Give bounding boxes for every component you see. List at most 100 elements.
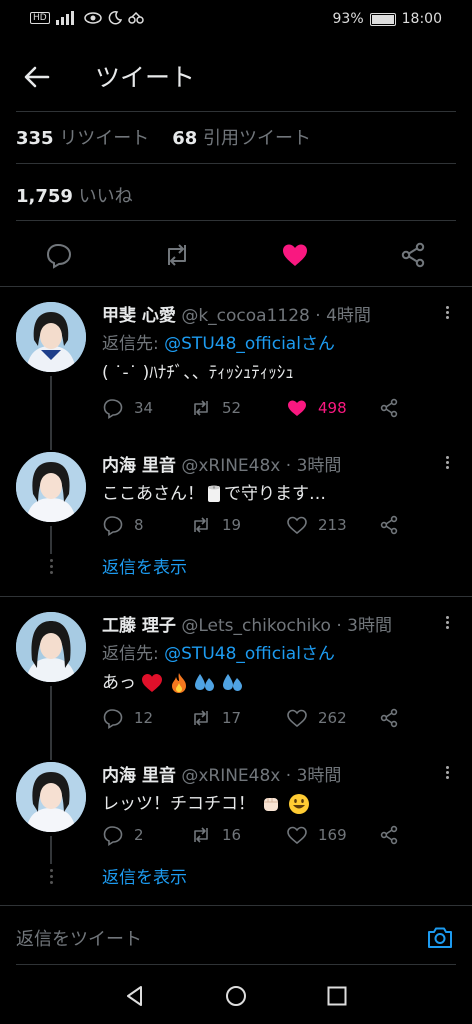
retweet-metric[interactable]: 19 xyxy=(190,514,241,536)
tweet-text-line: レッツ！チコチコ！ xyxy=(102,789,310,815)
tweet-text-line: ここあさん！ で守ります… xyxy=(102,479,326,504)
reply-context: 返信先: @STU48_officialさん xyxy=(102,329,335,354)
back-nav-icon[interactable] xyxy=(124,985,146,1007)
reply-composer[interactable]: 返信をツイート xyxy=(0,905,472,965)
like-count: 1,759 xyxy=(16,186,73,207)
divider xyxy=(16,163,456,164)
thread-line xyxy=(50,526,52,554)
more-options-icon[interactable] xyxy=(446,764,450,781)
sweat-droplets-emoji-icon xyxy=(222,674,242,691)
timestamp: · 4時間 xyxy=(315,306,371,326)
display-name[interactable]: 内海 里音 xyxy=(102,766,176,786)
retweet-count: 17 xyxy=(222,709,242,727)
quote-label: 引用ツイート xyxy=(203,128,311,149)
metrics-bar: 34 52 498 xyxy=(102,397,422,419)
camera-icon[interactable] xyxy=(426,923,454,951)
reply-count: 2 xyxy=(134,826,144,844)
like-metric[interactable]: 262 xyxy=(286,707,347,729)
notification-icon xyxy=(127,11,144,24)
retweet-icon[interactable] xyxy=(162,240,192,270)
like-icon[interactable] xyxy=(280,240,310,270)
retweet-metric[interactable]: 52 xyxy=(190,397,241,419)
reply-icon[interactable] xyxy=(44,240,74,270)
share-icon xyxy=(380,825,398,845)
reply-tweet[interactable]: 甲斐 心愛 @k_cocoa1128 · 4時間 返信先: @STU48_off… xyxy=(0,286,472,436)
avatar[interactable] xyxy=(16,612,86,682)
reply-prefix: 返信先: xyxy=(102,644,165,664)
recents-nav-icon[interactable] xyxy=(326,985,348,1007)
reply-input[interactable]: 返信をツイート xyxy=(16,925,142,951)
reply-prefix: 返信先: xyxy=(102,334,165,354)
divider xyxy=(16,220,456,221)
retweet-count: 19 xyxy=(222,516,242,534)
retweet-metric[interactable]: 16 xyxy=(190,824,241,846)
avatar[interactable] xyxy=(16,302,86,372)
tweet-action-bar xyxy=(0,230,472,280)
show-replies-link[interactable]: 返信を表示 xyxy=(102,863,187,888)
tweet-text: レッツ！チコチコ！ xyxy=(102,794,255,814)
fire-emoji-icon xyxy=(171,673,186,693)
share-metric[interactable] xyxy=(378,397,400,419)
clock: 18:00 xyxy=(401,11,442,27)
thread-dots xyxy=(48,866,54,887)
reply-icon xyxy=(103,709,123,729)
hd-indicator: HD xyxy=(30,12,50,24)
reply-metric[interactable]: 12 xyxy=(102,707,153,729)
page-title: ツイート xyxy=(95,63,196,92)
battery-percent: 93% xyxy=(332,11,364,27)
display-name[interactable]: 工藤 理子 xyxy=(102,616,176,636)
avatar[interactable] xyxy=(16,762,86,832)
grinning-face-emoji-icon xyxy=(288,794,309,814)
reply-tweet[interactable]: 内海 里音 @xRINE48x · 3時間 レッツ！チコチコ！ 2 16 169… xyxy=(0,746,472,905)
mention-link[interactable]: @STU48_official xyxy=(164,334,301,354)
reply-tweet[interactable]: 内海 里音 @xRINE48x · 3時間 ここあさん！ で守ります… 8 19 … xyxy=(0,436,472,596)
toilet-paper-emoji-icon xyxy=(208,485,220,502)
timestamp: · 3時間 xyxy=(285,766,342,786)
like-metric[interactable]: 169 xyxy=(286,824,347,846)
reply-metric[interactable]: 2 xyxy=(102,824,144,846)
reply-count: 12 xyxy=(134,709,154,727)
reply-metric[interactable]: 8 xyxy=(102,514,144,536)
red-heart-emoji-icon xyxy=(142,674,163,692)
like-count: 169 xyxy=(318,826,347,844)
thread-line xyxy=(50,686,52,746)
reply-context: 返信先: @STU48_officialさん xyxy=(102,639,335,664)
show-replies-link[interactable]: 返信を表示 xyxy=(102,553,187,578)
signal-icon xyxy=(55,11,74,25)
more-options-icon[interactable] xyxy=(446,304,450,321)
reply-icon xyxy=(103,399,123,419)
more-options-icon[interactable] xyxy=(446,454,450,471)
divider xyxy=(16,111,456,112)
retweet-metric[interactable]: 17 xyxy=(190,707,241,729)
share-metric[interactable] xyxy=(378,824,400,846)
like-icon xyxy=(287,709,307,728)
share-metric[interactable] xyxy=(378,707,400,729)
like-metric[interactable]: 498 xyxy=(286,397,347,419)
like-count: 213 xyxy=(318,516,347,534)
display-name[interactable]: 甲斐 心愛 xyxy=(102,306,176,326)
like-stats[interactable]: 1,759 いいね xyxy=(16,182,133,208)
retweet-count: 52 xyxy=(222,399,242,417)
share-icon[interactable] xyxy=(398,240,428,270)
thread-line xyxy=(50,376,52,436)
reply-metric[interactable]: 34 xyxy=(102,397,153,419)
timestamp: · 3時間 xyxy=(336,616,392,636)
avatar[interactable] xyxy=(16,452,86,522)
thread-line xyxy=(50,746,52,760)
back-arrow-icon[interactable] xyxy=(22,62,52,92)
mention-link[interactable]: @STU48_official xyxy=(164,644,301,664)
status-bar: HD 93% 18:00 xyxy=(0,0,472,40)
more-options-icon[interactable] xyxy=(446,614,450,631)
reply-tweet[interactable]: 工藤 理子 @Lets_chikochiko · 3時間 返信先: @STU48… xyxy=(0,596,472,746)
share-metric[interactable] xyxy=(378,514,400,536)
retweet-icon xyxy=(194,517,208,533)
home-nav-icon[interactable] xyxy=(225,985,247,1007)
retweet-count: 335 xyxy=(16,128,54,149)
like-icon xyxy=(287,516,307,535)
status-icons-left: HD xyxy=(30,11,144,25)
display-name[interactable]: 内海 里音 xyxy=(102,456,176,476)
like-metric[interactable]: 213 xyxy=(286,514,347,536)
share-icon xyxy=(380,708,398,728)
retweet-icon xyxy=(194,827,208,843)
retweet-stats[interactable]: 335 リツイート 68 引用ツイート xyxy=(16,124,311,150)
